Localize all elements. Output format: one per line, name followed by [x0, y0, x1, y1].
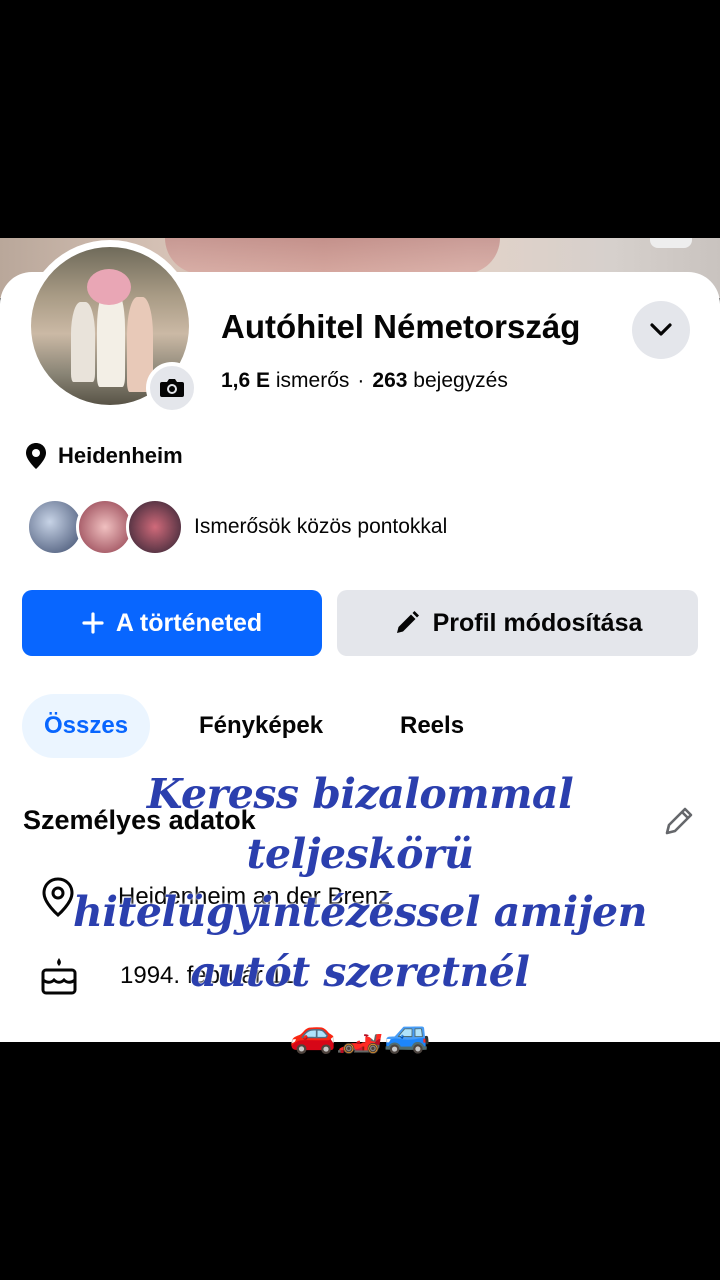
- tab-reels[interactable]: Reels: [400, 694, 464, 758]
- mutual-friends-row[interactable]: Ismerősök közös pontokkal: [26, 498, 447, 556]
- edit-profile-button[interactable]: Profil módosítása: [337, 590, 698, 656]
- profile-stats: 1,6 E ismerős · 263 bejegyzés: [221, 369, 508, 393]
- friend-avatar: [126, 498, 184, 556]
- profile-menu-button[interactable]: [632, 301, 690, 359]
- friends-label[interactable]: ismerős: [276, 369, 350, 392]
- location-text: Heidenheim: [58, 443, 183, 468]
- overlay-text-line-4: autót szeretnél: [190, 948, 530, 996]
- pencil-icon: [396, 611, 419, 633]
- plus-icon: [82, 612, 104, 634]
- profile-name: Autóhitel Németország: [221, 308, 581, 345]
- overlay-text-line-1: Keress bizalommal: [146, 770, 574, 818]
- location-row: Heidenheim: [24, 442, 183, 470]
- chevron-down-icon: [650, 323, 672, 336]
- location-pin-icon: [26, 443, 46, 469]
- posts-label: bejegyzés: [413, 369, 508, 392]
- edit-profile-label: Profil módosítása: [432, 608, 643, 637]
- friends-count[interactable]: 1,6 E: [221, 369, 270, 392]
- posts-count: 263: [372, 369, 408, 392]
- overlay-text-line-3: hitelügyintézéssel amijen: [73, 888, 647, 936]
- separator-dot: ·: [357, 369, 365, 392]
- cover-camera-button[interactable]: [650, 238, 692, 248]
- overlay-text-line-2: teljeskörü: [246, 830, 474, 878]
- overlay-car-emojis: 🚗🏎️🚙: [289, 1013, 431, 1055]
- add-story-label: A történeted: [115, 608, 263, 637]
- tab-all[interactable]: Összes: [22, 694, 151, 758]
- add-story-button[interactable]: A történeted: [22, 590, 322, 656]
- avatar-camera-button[interactable]: [146, 362, 198, 414]
- camera-icon: [160, 379, 184, 397]
- mutual-friends-text: Ismerősök közös pontokkal: [194, 515, 448, 538]
- tab-photos[interactable]: Fényképek: [199, 694, 323, 758]
- cover-photo-detail: [165, 238, 500, 274]
